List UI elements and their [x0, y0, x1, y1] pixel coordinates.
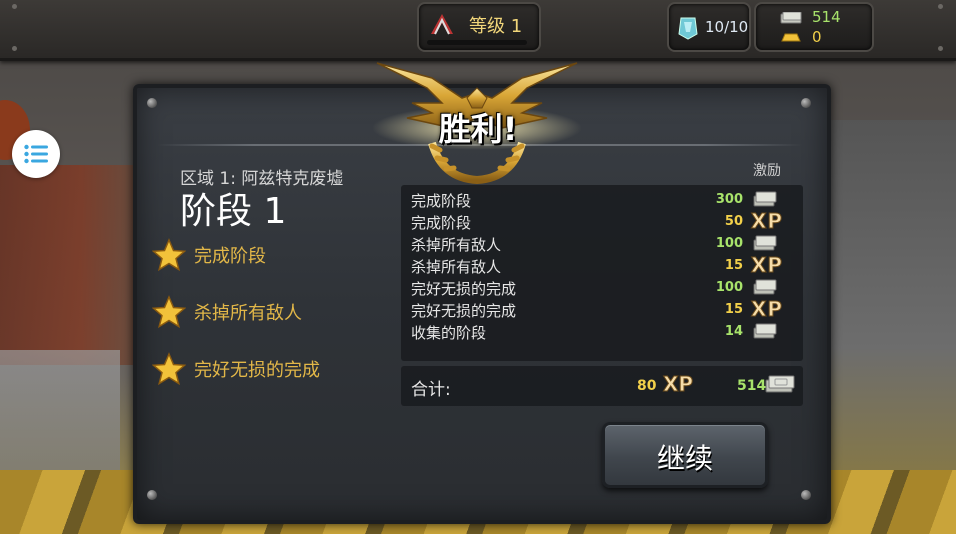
level-indicator[interactable]: 等级 1	[417, 2, 541, 52]
reward-value: 50	[724, 214, 743, 229]
reward-value: 14	[724, 324, 743, 339]
reward-value: 15	[724, 258, 743, 273]
rivet	[12, 46, 17, 51]
stage-title: 阶段 1	[180, 191, 287, 232]
reward-value: 100	[715, 280, 743, 295]
rivet	[938, 46, 943, 51]
reward-value: 300	[715, 192, 743, 207]
reward-label: 杀掉所有敌人	[411, 258, 502, 276]
gold-count: 0	[812, 28, 822, 46]
rivet	[938, 4, 943, 9]
reward-label: 完好无损的完成	[411, 302, 517, 320]
energy-crystal-icon	[678, 17, 698, 40]
bolt	[147, 490, 157, 500]
background-right-wall	[820, 120, 956, 500]
bolt	[801, 98, 811, 108]
total-xp-value: 80	[637, 378, 657, 394]
reward-row: 完好无损的完成 100	[401, 277, 803, 299]
reward-row: 完好无损的完成 15 XP	[401, 297, 803, 322]
rewards-table: 完成阶段 300 完成阶段 50 XP 杀掉所有敌人 100 杀掉所有敌人 15 XP 完好无损的完…	[401, 185, 803, 361]
cash-stack-icon	[753, 279, 777, 295]
reward-label: 完成阶段	[411, 192, 472, 210]
gold-bar-icon	[781, 33, 801, 42]
level-label: 等级 1	[469, 16, 523, 37]
cash-stack-icon	[753, 323, 777, 339]
cash-stack-icon	[753, 191, 777, 207]
bolt	[801, 490, 811, 500]
continue-button[interactable]: 继续	[602, 422, 768, 488]
cash-stack-icon	[765, 375, 795, 393]
reward-label: 收集的阶段	[411, 324, 487, 342]
total-row: 合计: 80 XP 514	[401, 366, 803, 406]
total-cash-value: 514	[737, 378, 767, 394]
xp-icon: XP	[750, 297, 784, 322]
top-status-bar: 等级 1 10/10 514 0	[0, 0, 956, 61]
bolt	[147, 98, 157, 108]
background-red-wall	[0, 165, 135, 365]
reward-label: 完好无损的完成	[411, 280, 517, 298]
reward-value: 15	[724, 302, 743, 317]
reward-label: 杀掉所有敌人	[411, 236, 502, 254]
rivet	[12, 4, 17, 9]
reward-value: 100	[715, 236, 743, 251]
rank-chevron-icon	[431, 14, 453, 35]
gold-star-icon	[152, 238, 186, 272]
continue-label: 继续	[656, 442, 713, 475]
golden-eagle-emblem-icon	[372, 62, 582, 185]
list-menu-icon	[24, 144, 48, 164]
objective-label: 完好无损的完成	[194, 360, 320, 381]
total-label: 合计:	[411, 380, 451, 400]
energy-indicator[interactable]: 10/10	[667, 2, 751, 52]
energy-count: 10/10	[705, 18, 749, 36]
rewards-header: 激励	[753, 163, 781, 179]
reward-row: 完成阶段 50 XP	[401, 209, 803, 234]
xp-icon: XP	[750, 209, 784, 234]
gold-star-icon	[152, 295, 186, 329]
currency-indicator[interactable]: 514 0	[754, 2, 874, 52]
background-white-structure	[0, 350, 120, 480]
reward-row: 完成阶段 300	[401, 189, 803, 211]
gold-star-icon	[152, 352, 186, 386]
xp-icon: XP	[750, 253, 784, 278]
objective-label: 完成阶段	[194, 246, 266, 267]
cash-stack-icon	[753, 235, 777, 251]
menu-button[interactable]	[12, 130, 60, 178]
cash-count: 514	[812, 8, 841, 26]
reward-row: 杀掉所有敌人 100	[401, 233, 803, 255]
objective-label: 杀掉所有敌人	[194, 303, 302, 324]
reward-row: 杀掉所有敌人 15 XP	[401, 253, 803, 278]
reward-row: 收集的阶段 14	[401, 321, 803, 343]
xp-icon: XP	[662, 372, 694, 397]
cash-stack-icon	[780, 12, 802, 24]
reward-label: 完成阶段	[411, 214, 472, 232]
xp-progress-bar	[427, 40, 527, 45]
